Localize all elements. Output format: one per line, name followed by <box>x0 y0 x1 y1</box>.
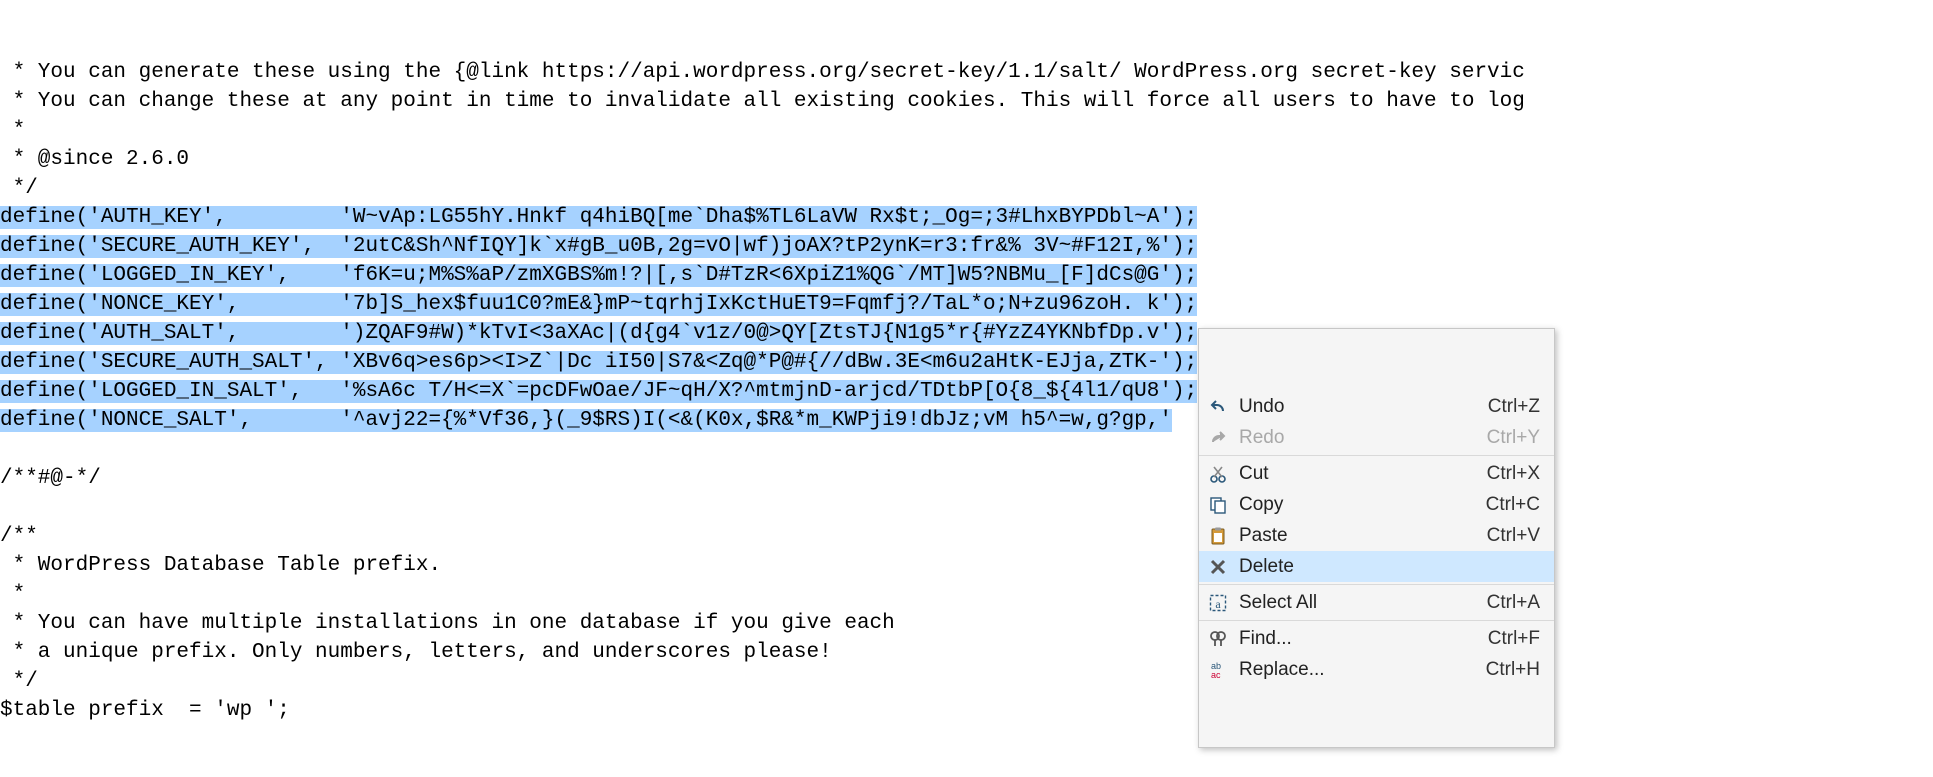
menu-item-label: Undo <box>1239 391 1488 422</box>
code-line[interactable]: define('SECURE_AUTH_SALT', 'XBv6q>es6p><… <box>0 348 1933 377</box>
delete-icon <box>1205 554 1231 580</box>
menu-item-shortcut: Ctrl+C <box>1486 489 1540 520</box>
svg-text:a: a <box>1215 597 1221 611</box>
menu-item-label: Paste <box>1239 520 1487 551</box>
menu-item-copy[interactable]: CopyCtrl+C <box>1199 489 1554 520</box>
menu-item-label: Select All <box>1239 587 1487 618</box>
code-line[interactable]: define('AUTH_SALT', ')ZQAF9#W)*kTvI<3aXA… <box>0 319 1933 348</box>
code-line[interactable]: * <box>0 580 1933 609</box>
code-line[interactable]: define('AUTH_KEY', 'W~vAp:LG55hY.Hnkf q4… <box>0 203 1933 232</box>
menu-item-shortcut: Ctrl+F <box>1488 623 1540 654</box>
svg-text:ac: ac <box>1211 670 1221 680</box>
code-line[interactable]: * You can have multiple installations in… <box>0 609 1933 638</box>
menu-item-shortcut: Ctrl+A <box>1487 587 1540 618</box>
menu-item-label: Redo <box>1239 422 1487 453</box>
code-line[interactable]: $table prefix = 'wp '; <box>0 696 1933 725</box>
copy-icon <box>1205 492 1231 518</box>
code-line[interactable]: * You can change these at any point in t… <box>0 87 1933 116</box>
code-line[interactable]: */ <box>0 667 1933 696</box>
code-line[interactable]: define('SECURE_AUTH_KEY', '2utC&Sh^NfIQY… <box>0 232 1933 261</box>
code-line[interactable]: define('LOGGED_IN_KEY', 'f6K=u;M%S%aP/zm… <box>0 261 1933 290</box>
menu-separator <box>1199 455 1554 456</box>
menu-item-label: Delete <box>1239 551 1540 582</box>
menu-item-find[interactable]: Find...Ctrl+F <box>1199 623 1554 654</box>
paste-icon <box>1205 523 1231 549</box>
menu-separator <box>1199 620 1554 621</box>
code-line[interactable]: * @since 2.6.0 <box>0 145 1933 174</box>
code-editor[interactable]: * You can generate these using the {@lin… <box>0 0 1933 777</box>
menu-item-label: Find... <box>1239 623 1488 654</box>
menu-item-shortcut: Ctrl+X <box>1487 458 1540 489</box>
context-menu: UndoCtrl+ZRedoCtrl+YCutCtrl+XCopyCtrl+CP… <box>1198 328 1555 748</box>
menu-item-label: Replace... <box>1239 654 1486 685</box>
code-line[interactable]: * a unique prefix. Only numbers, letters… <box>0 638 1933 667</box>
code-line[interactable]: * WordPress Database Table prefix. <box>0 551 1933 580</box>
menu-item-delete[interactable]: Delete <box>1199 551 1554 582</box>
menu-item-paste[interactable]: PasteCtrl+V <box>1199 520 1554 551</box>
menu-item-shortcut: Ctrl+H <box>1486 654 1540 685</box>
redo-icon <box>1205 425 1231 451</box>
code-line[interactable]: */ <box>0 174 1933 203</box>
code-line[interactable]: * <box>0 116 1933 145</box>
menu-item-shortcut: Ctrl+Y <box>1487 422 1540 453</box>
code-line[interactable]: define('NONCE_SALT', '^avj22={%*Vf36,}(_… <box>0 406 1933 435</box>
code-line[interactable]: /** <box>0 522 1933 551</box>
menu-item-label: Copy <box>1239 489 1486 520</box>
code-line[interactable]: define('NONCE_KEY', '7b]S_hex$fuu1C0?mE&… <box>0 290 1933 319</box>
find-icon <box>1205 626 1231 652</box>
cut-icon <box>1205 461 1231 487</box>
select-all-icon: a <box>1205 590 1231 616</box>
undo-icon <box>1205 394 1231 420</box>
code-line[interactable]: define('LOGGED_IN_SALT', '%sA6c T/H<=X`=… <box>0 377 1933 406</box>
menu-item-shortcut: Ctrl+Z <box>1488 391 1540 422</box>
menu-item-undo[interactable]: UndoCtrl+Z <box>1199 391 1554 422</box>
code-line[interactable]: * You can generate these using the {@lin… <box>0 58 1933 87</box>
menu-item-replace[interactable]: abac Replace...Ctrl+H <box>1199 654 1554 685</box>
menu-item-select-all[interactable]: a Select AllCtrl+A <box>1199 587 1554 618</box>
menu-separator <box>1199 584 1554 585</box>
menu-item-redo: RedoCtrl+Y <box>1199 422 1554 453</box>
menu-item-label: Cut <box>1239 458 1487 489</box>
code-line[interactable] <box>0 435 1933 464</box>
replace-icon: abac <box>1205 657 1231 683</box>
code-line[interactable] <box>0 493 1933 522</box>
menu-item-cut[interactable]: CutCtrl+X <box>1199 458 1554 489</box>
menu-item-shortcut: Ctrl+V <box>1487 520 1540 551</box>
code-line[interactable]: /**#@-*/ <box>0 464 1933 493</box>
